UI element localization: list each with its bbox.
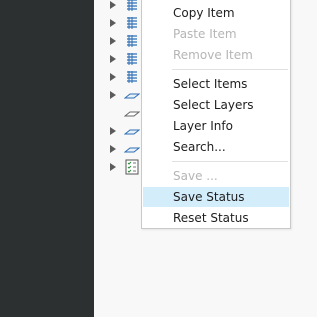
expand-arrow-icon[interactable] [110,37,116,45]
tree-row[interactable] [110,0,140,13]
menu-item-select-layers[interactable]: Select Layers [143,95,289,115]
expand-arrow-icon[interactable] [110,145,116,153]
expand-arrow-icon[interactable] [110,73,116,81]
menu-separator [172,161,288,162]
tree-row[interactable] [110,15,140,31]
menu-item-select-items[interactable]: Select Items [143,74,289,94]
expand-arrow-icon[interactable] [110,55,116,63]
feature-layer-icon [127,0,137,11]
menu-item-save-status[interactable]: Save Status [143,187,289,207]
expand-arrow-icon[interactable] [110,127,116,135]
left-dark-panel [0,0,94,317]
tree-row[interactable] [110,87,140,103]
menu-item-layer-info[interactable]: Layer Info [143,116,289,136]
expand-arrow-icon[interactable] [110,91,116,99]
expand-arrow-icon[interactable] [110,19,116,27]
feature-layer-icon [127,17,137,29]
feature-layer-icon [127,53,137,65]
plane-icon [124,147,140,153]
menu-item-reset-status[interactable]: Reset Status [143,208,289,228]
menu-item-remove-item[interactable]: Remove Item [143,45,289,65]
feature-layer-icon [127,71,137,83]
menu-item-search[interactable]: Search... [143,137,289,157]
menu-item-copy-item[interactable]: Copy Item [143,3,289,23]
plane-icon [124,93,140,99]
menu-separator [172,69,288,70]
expand-arrow-icon[interactable] [110,163,116,171]
tree-row[interactable] [110,51,140,67]
expand-arrow-icon[interactable] [110,1,116,9]
context-menu: Copy Item Paste Item Remove Item Select … [141,0,291,229]
menu-item-save[interactable]: Save ... [143,166,289,186]
plane-icon [124,129,140,135]
tree-row[interactable] [110,69,140,85]
plane-icon [124,111,140,117]
tree-row[interactable] [110,159,140,175]
tree-row[interactable] [110,105,140,121]
checklist-icon [125,159,139,175]
tree-row[interactable] [110,33,140,49]
tree-row[interactable] [110,123,140,139]
tree-row[interactable] [110,141,140,157]
menu-item-paste-item[interactable]: Paste Item [143,24,289,44]
feature-layer-icon [127,35,137,47]
